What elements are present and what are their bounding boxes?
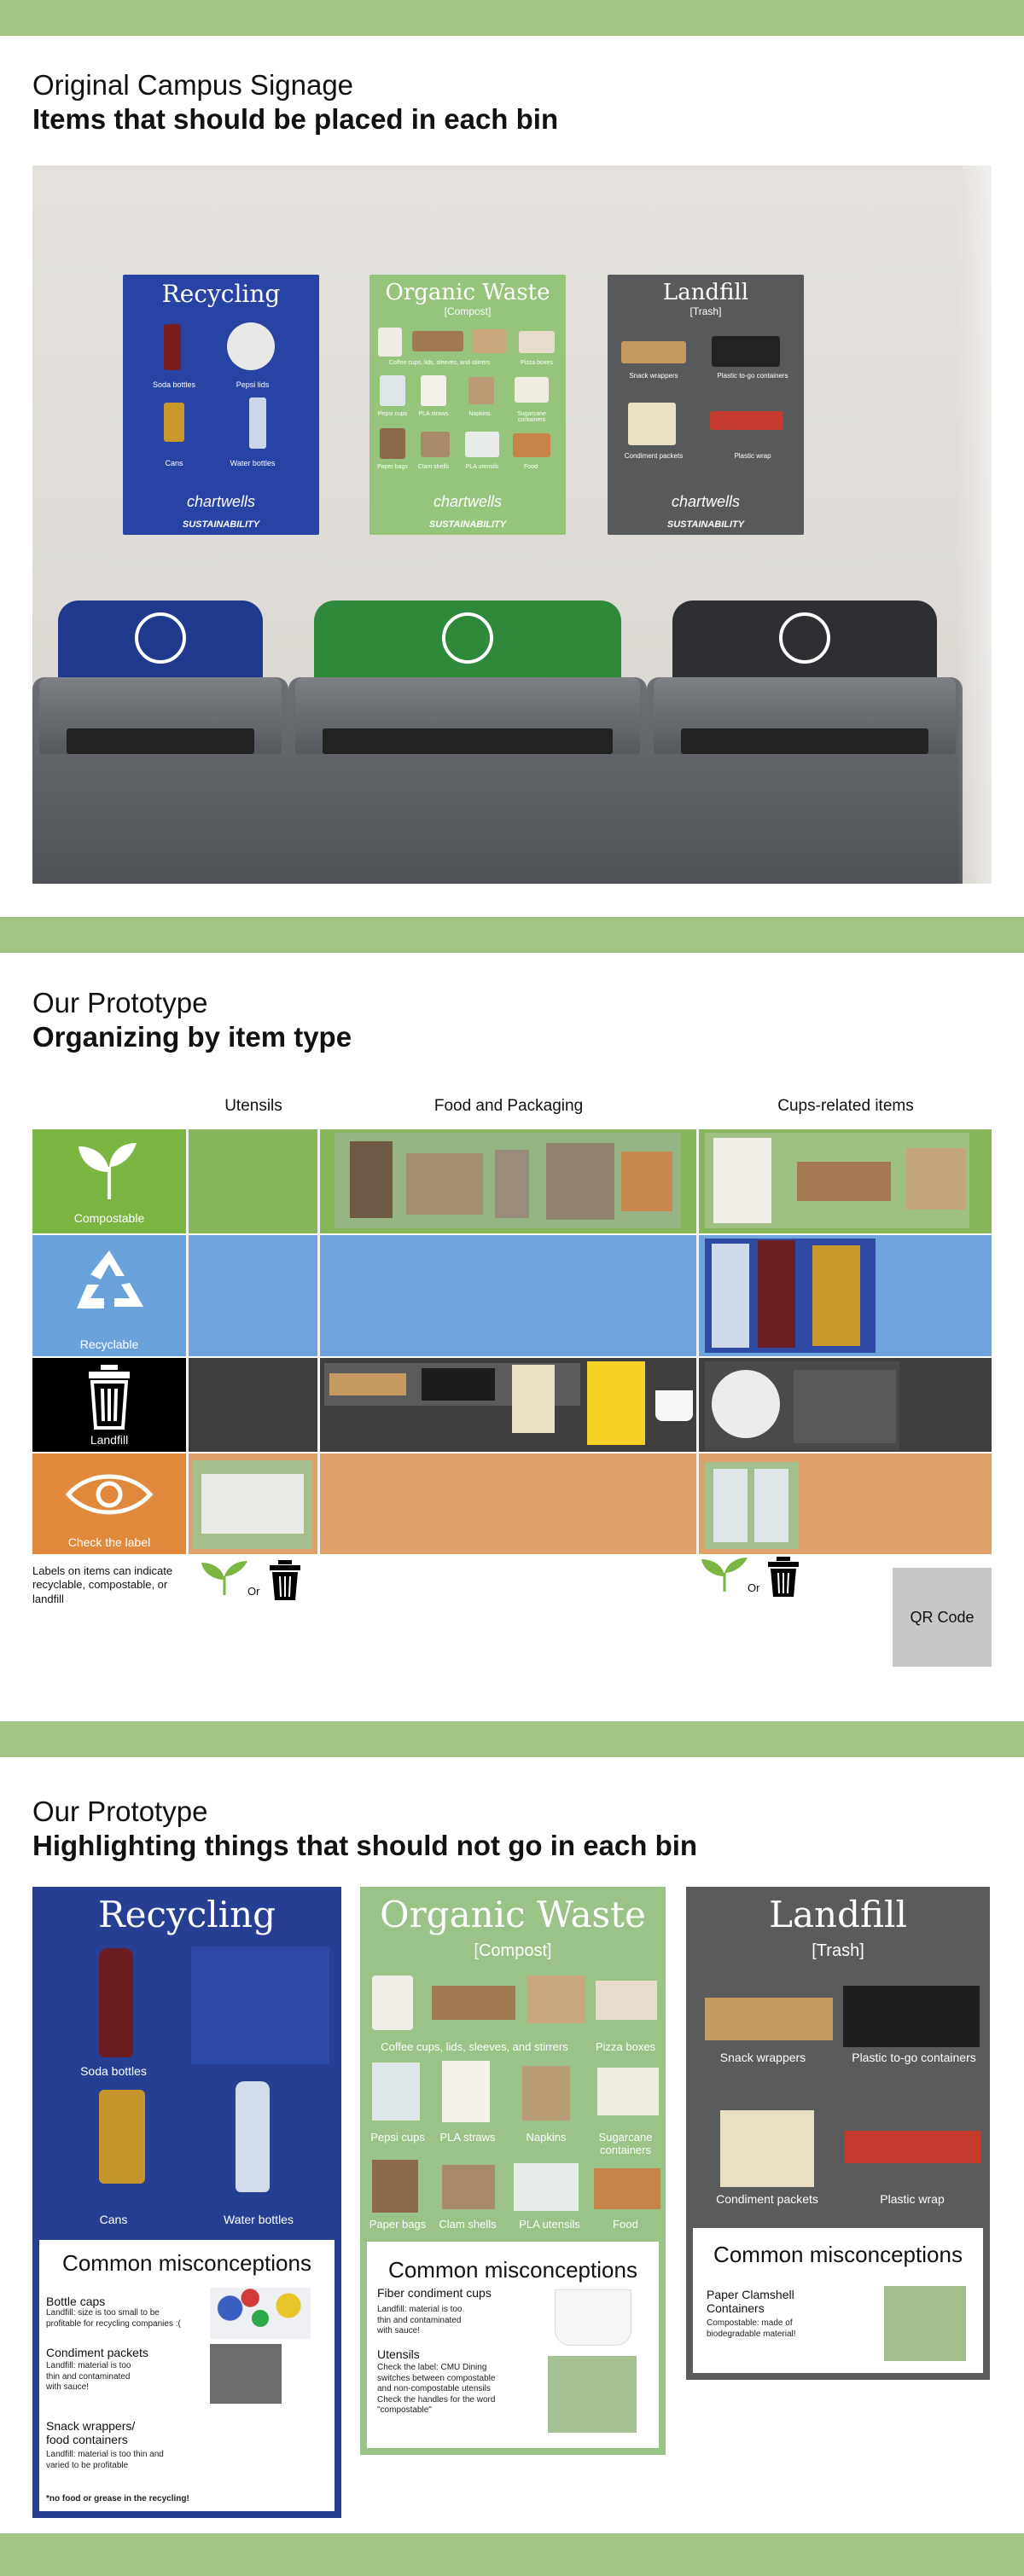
- pla-utensils-thumb: [465, 432, 499, 457]
- recycle-icon: [77, 1250, 143, 1308]
- paper-bag-thumb: [380, 428, 405, 459]
- soda-bottle-thumb: [164, 324, 181, 370]
- plastic-wrap-thumb: [710, 411, 783, 430]
- organic-misconceptions-panel: Common misconceptions Fiber condiment cu…: [367, 2242, 659, 2448]
- cup-sleeve-thumb: [412, 331, 463, 351]
- trash-small-icon: [270, 1560, 300, 1600]
- can-image: [99, 2090, 145, 2184]
- column-header-utensils: Utensils: [224, 1097, 282, 1115]
- to-go-container-thumb: [712, 336, 780, 367]
- food-thumb: [513, 433, 550, 457]
- section1-title: Original Campus Signage Items that shoul…: [32, 69, 559, 135]
- compost-sprout-small-icon: [201, 1561, 247, 1595]
- recycling-bin: [32, 600, 288, 884]
- condiment-packets-image: [210, 2344, 282, 2404]
- poster-organic: Organic Waste [Compost] Coffee cups, lid…: [369, 275, 566, 535]
- section2-title: Our Prototype Organizing by item type: [32, 987, 352, 1053]
- bottom-band: [0, 2533, 1024, 2576]
- clamshell-container-image: [884, 2286, 966, 2361]
- eye-icon: [65, 1474, 154, 1515]
- label-note: Labels on items can indicate recyclable,…: [32, 1564, 173, 1605]
- section3-title: Our Prototype Highlighting things that s…: [32, 1796, 698, 1861]
- water-bottle-image: [236, 2081, 270, 2192]
- column-header-cups: Cups-related items: [777, 1097, 914, 1115]
- clamshell-thumb: [421, 432, 450, 457]
- bottles-icon: [135, 612, 186, 664]
- bottle-caps-image: [210, 2288, 311, 2339]
- landfill-bin: [647, 600, 963, 884]
- trash-small-icon: [768, 1557, 799, 1597]
- recycling-poster: Recycling Soda bottles Cans Water bottle…: [32, 1887, 341, 2518]
- row-label-recyclable: Recyclable: [79, 1337, 139, 1351]
- sprout-icon: [79, 1143, 137, 1200]
- compost-sprout-small-icon: [701, 1558, 748, 1592]
- divider-band-2: [0, 1721, 1024, 1757]
- napkins-thumb: [468, 377, 494, 404]
- pepsi-cups-thumb: [380, 375, 405, 406]
- coffee-cup-thumb: [378, 328, 402, 357]
- utensils-image: [548, 2356, 637, 2433]
- sugarcane-thumb: [515, 377, 549, 403]
- top-band: [0, 0, 1024, 36]
- or-label-2: Or: [748, 1581, 760, 1594]
- recycling-misconceptions-panel: Common misconceptions Bottle caps Landfi…: [39, 2240, 335, 2511]
- trash-can-icon: [779, 612, 830, 664]
- column-header-food-packaging: Food and Packaging: [433, 1097, 584, 1115]
- organic-waste-poster: Organic Waste [Compost] Coffee cups, lid…: [360, 1887, 666, 2455]
- compost-icon: [442, 612, 493, 664]
- soda-bottle-image: [99, 1948, 133, 2057]
- pizza-box-thumb: [519, 331, 555, 353]
- poster-landfill: Landfill [Trash] Snack wrappers Plastic …: [608, 275, 804, 535]
- row-label-compostable: Compostable: [73, 1211, 145, 1225]
- fiber-cup-image: [555, 2289, 631, 2346]
- or-label-1: Or: [247, 1585, 260, 1598]
- landfill-poster: Landfill [Trash] Snack wrappers Plastic …: [686, 1887, 990, 2380]
- qr-code-placeholder: QR Code: [893, 1568, 992, 1667]
- pepsi-lid-thumb: [227, 322, 275, 370]
- blurred-lid-area: [191, 1947, 329, 2064]
- divider-band-1: [0, 917, 1024, 953]
- condiment-thumb: [628, 403, 676, 445]
- poster-recycling: Recycling Soda bottles Pepsi lids Cans W…: [123, 275, 319, 535]
- stirrers-thumb: [472, 329, 506, 353]
- can-thumb: [164, 403, 184, 442]
- snack-wrapper-thumb: [621, 341, 686, 363]
- row-label-check-label: Check the label: [67, 1535, 151, 1549]
- water-bottle-thumb: [249, 397, 266, 449]
- compost-bin: [288, 600, 647, 884]
- campus-signage-photo: Recycling Soda bottles Pepsi lids Cans W…: [32, 165, 992, 884]
- landfill-misconceptions-panel: Common misconceptions Paper Clamshell Co…: [693, 2228, 983, 2373]
- trash-can-icon: [89, 1365, 130, 1430]
- straws-thumb: [421, 375, 446, 406]
- row-label-landfill: Landfill: [90, 1433, 129, 1447]
